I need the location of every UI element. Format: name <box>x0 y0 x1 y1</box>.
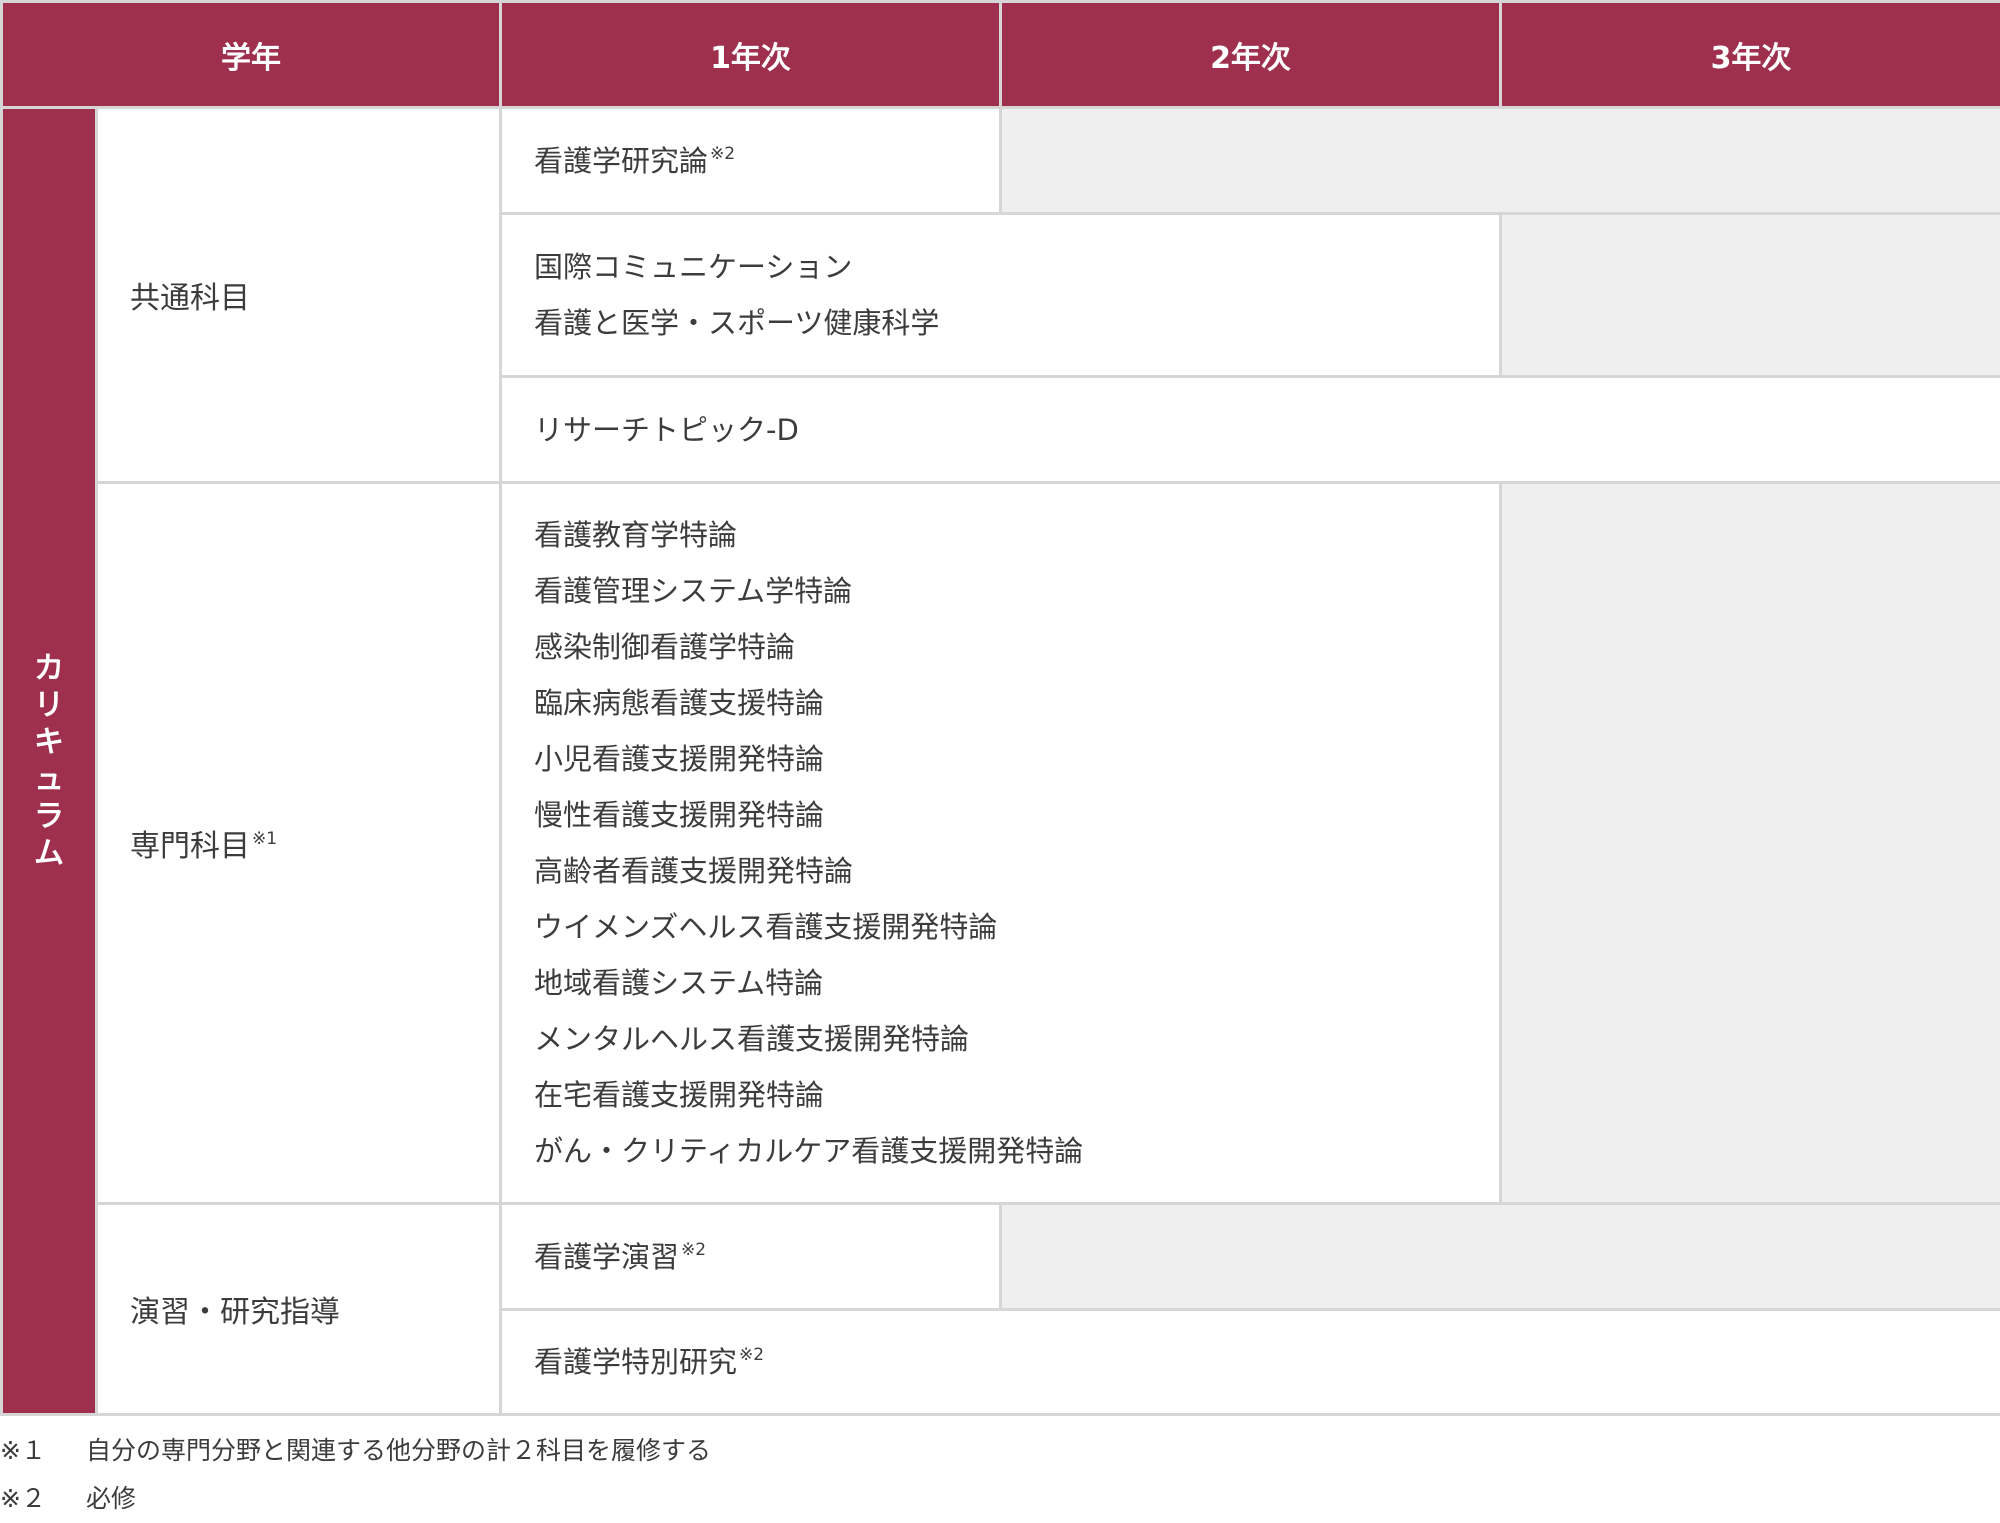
course-item: がん・クリティカルケア看護支援開発特論 <box>534 1123 1499 1179</box>
header-year3: 3年次 <box>1501 2 2000 108</box>
table-row: 専門科目※1 看護教育学特論 看護管理システム学特論 感染制御看護学特論 臨床病… <box>2 483 2000 1204</box>
header-year2: 2年次 <box>1001 2 1501 108</box>
course-item: 在宅看護支援開発特論 <box>534 1067 1499 1123</box>
inactive-cell <box>1501 483 2000 1204</box>
table-header-row: 学年 1年次 2年次 3年次 <box>2 2 2000 108</box>
course-list-specialized: 看護教育学特論 看護管理システム学特論 感染制御看護学特論 臨床病態看護支援特論… <box>501 483 1501 1204</box>
course-item: 慢性看護支援開発特論 <box>534 787 1499 843</box>
course-item: 感染制御看護学特論 <box>534 619 1499 675</box>
course-item: 看護教育学特論 <box>534 507 1499 563</box>
course-research-theory: 看護学研究論※2 <box>501 108 1001 214</box>
inactive-cell <box>1001 108 2000 214</box>
course-special-research: 看護学特別研究※2 <box>501 1310 2000 1415</box>
course-research-topic: リサーチトピック-D <box>501 377 2000 483</box>
category-common: 共通科目 <box>97 108 501 483</box>
category-practice: 演習・研究指導 <box>97 1204 501 1415</box>
curriculum-side-label: カ リ キ ュ ラ ム <box>2 108 97 1415</box>
footnote-2: ※２必修 <box>0 1475 711 1523</box>
course-item: メンタルヘルス看護支援開発特論 <box>534 1011 1499 1067</box>
header-year1: 1年次 <box>501 2 1001 108</box>
footnotes: ※１自分の専門分野と関連する他分野の計２科目を履修する ※２必修 <box>0 1427 711 1523</box>
course-cell-common-2: 国際コミュニケーション 看護と医学・スポーツ健康科学 <box>501 214 1501 377</box>
curriculum-page: 学年 1年次 2年次 3年次 カ リ キ ュ ラ ム 共通科目 看護学研究論※2… <box>0 0 2000 1518</box>
table-row: 演習・研究指導 看護学演習※2 <box>2 1204 2000 1310</box>
course-item: ウイメンズヘルス看護支援開発特論 <box>534 899 1499 955</box>
course-nursing-medicine-sports: 看護と医学・スポーツ健康科学 <box>534 295 1499 351</box>
course-item: 地域看護システム特論 <box>534 955 1499 1011</box>
curriculum-table: 学年 1年次 2年次 3年次 カ リ キ ュ ラ ム 共通科目 看護学研究論※2… <box>0 0 2000 1416</box>
table-row: カ リ キ ュ ラ ム 共通科目 看護学研究論※2 <box>2 108 2000 214</box>
course-intl-comm: 国際コミュニケーション <box>534 239 1499 295</box>
category-specialized: 専門科目※1 <box>97 483 501 1204</box>
course-item: 看護管理システム学特論 <box>534 563 1499 619</box>
footnote-1: ※１自分の専門分野と関連する他分野の計２科目を履修する <box>0 1427 711 1475</box>
course-item: 臨床病態看護支援特論 <box>534 675 1499 731</box>
header-grade: 学年 <box>2 2 501 108</box>
course-item: 小児看護支援開発特論 <box>534 731 1499 787</box>
inactive-cell <box>1501 214 2000 377</box>
course-seminar: 看護学演習※2 <box>501 1204 1001 1310</box>
course-item: 高齢者看護支援開発特論 <box>534 843 1499 899</box>
inactive-cell <box>1001 1204 2000 1310</box>
